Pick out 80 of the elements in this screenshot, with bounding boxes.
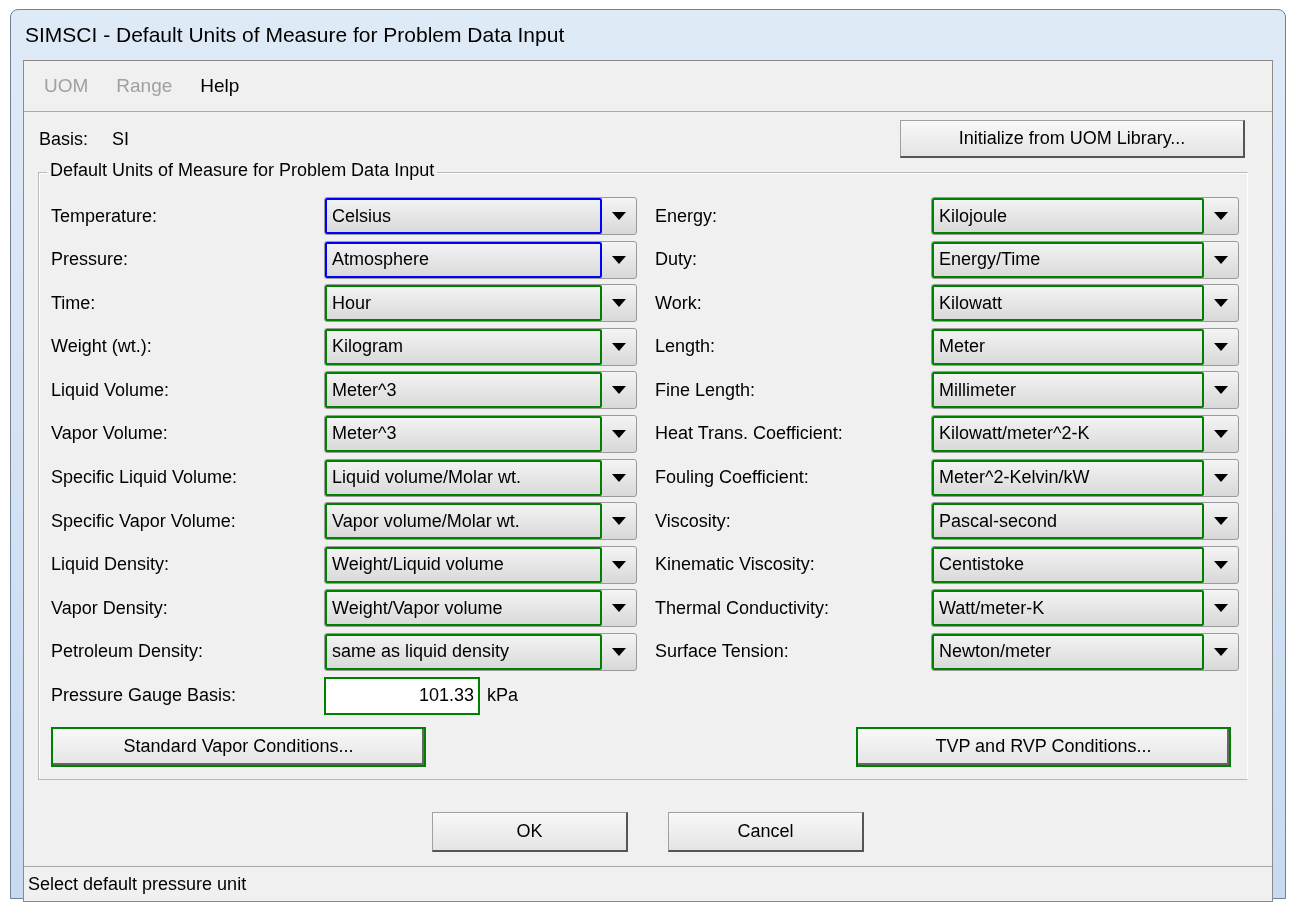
field-label: Fine Length: (655, 379, 757, 401)
field-label: Vapor Volume: (51, 423, 169, 445)
field-label: Specific Liquid Volume: (51, 467, 239, 489)
field-label: Fouling Coefficient: (655, 467, 810, 489)
dropdown-arrow-icon (612, 560, 626, 569)
dropdown[interactable]: Kilojoule (931, 197, 1239, 235)
dropdown[interactable]: Kilowatt/meter^2-K (931, 414, 1239, 453)
field-label: Weight (wt.): (51, 336, 153, 358)
dropdown-arrow-icon (612, 647, 626, 656)
dropdown[interactable]: Meter^3 (324, 414, 637, 453)
basis-value: SI (112, 128, 130, 150)
dropdown[interactable]: same as liquid density (324, 632, 637, 671)
dropdown-arrow-icon (612, 473, 626, 482)
field-label: Pressure: (51, 249, 130, 271)
dropdown-arrow-icon (1214, 647, 1228, 656)
dropdown-arrow-icon (612, 386, 626, 395)
status-text: Select default pressure unit (28, 873, 247, 895)
field-label: Temperature: (51, 205, 159, 227)
field-label: Viscosity: (655, 510, 732, 532)
dropdown[interactable]: Kilogram (324, 327, 637, 366)
dropdown-arrow-icon (612, 299, 626, 308)
dropdown[interactable]: Vapor volume/Molar wt. (324, 502, 637, 541)
dropdown-arrow-icon (1214, 255, 1228, 264)
dialog-button[interactable]: Cancel (668, 812, 864, 852)
dialog-button[interactable]: OK (432, 812, 628, 852)
field-label: Vapor Density: (51, 597, 169, 619)
dropdown[interactable]: Centistoke (931, 545, 1239, 584)
dropdown-arrow-icon (1214, 386, 1228, 395)
field-label: Liquid Density: (51, 554, 171, 576)
dropdown-arrow-icon (612, 604, 626, 613)
dropdown-arrow-icon (612, 212, 626, 220)
group-title: Default Units of Measure for Problem Data Input (47, 160, 438, 181)
menu-item[interactable]: Help (200, 75, 240, 97)
field-label: Energy: (655, 205, 719, 227)
dropdown-arrow-icon (1214, 604, 1228, 613)
window-title: SIMSCI - Default Units of Measure for Problem Data Input (24, 22, 566, 48)
dropdown[interactable]: Liquid volume/Molar wt. (324, 458, 637, 497)
field-label: Liquid Volume: (51, 379, 171, 401)
field-label: Petroleum Density: (51, 641, 205, 663)
conditions-button[interactable]: TVP and RVP Conditions... (856, 726, 1231, 767)
dropdown[interactable]: Atmosphere (324, 240, 637, 279)
field-label: Duty: (655, 249, 698, 271)
dropdown-arrow-icon (1214, 560, 1228, 569)
field-label: Length: (655, 336, 717, 358)
dropdown[interactable]: Hour (324, 284, 637, 323)
field-label: Work: (655, 292, 703, 314)
dropdown[interactable]: Millimeter (931, 371, 1239, 410)
field-label: Heat Trans. Coefficient: (655, 423, 844, 445)
dropdown-arrow-icon (1214, 429, 1228, 438)
dropdown[interactable]: Meter^3 (324, 371, 637, 410)
field-label: Specific Vapor Volume: (51, 510, 237, 532)
field-label: Surface Tension: (655, 641, 790, 663)
dropdown[interactable]: Energy/Time (931, 240, 1239, 279)
dropdown-arrow-icon (1214, 473, 1228, 482)
dropdown-arrow-icon (1214, 517, 1228, 526)
field-label: Pressure Gauge Basis: (51, 685, 238, 707)
dropdown[interactable]: Kilowatt (931, 284, 1239, 323)
dropdown-arrow-icon (612, 255, 626, 264)
dropdown-arrow-icon (612, 517, 626, 526)
dropdown[interactable]: Weight/Liquid volume (324, 545, 637, 584)
dropdown-arrow-icon (1214, 212, 1228, 220)
dropdown[interactable]: Meter (931, 327, 1239, 366)
basis-label: Basis: (39, 128, 89, 150)
field-label: Thermal Conductivity: (655, 597, 831, 619)
dropdown[interactable]: Celsius (324, 197, 637, 235)
dropdown[interactable]: Pascal-second (931, 502, 1239, 541)
unit-label: kPa (487, 685, 519, 707)
initialize-button[interactable]: Initialize from UOM Library... (900, 120, 1245, 158)
dropdown-arrow-icon (1214, 342, 1228, 351)
dropdown-arrow-icon (612, 429, 626, 438)
field-label: Kinematic Viscosity: (655, 554, 816, 576)
dropdown[interactable]: Newton/meter (931, 632, 1239, 671)
input-field[interactable]: 101.33 (324, 676, 480, 715)
dropdown-arrow-icon (1214, 299, 1228, 308)
field-label: Time: (51, 292, 97, 314)
conditions-button[interactable]: Standard Vapor Conditions... (51, 726, 426, 767)
dropdown[interactable]: Weight/Vapor volume (324, 589, 637, 628)
dropdown[interactable]: Meter^2-Kelvin/kW (931, 458, 1239, 497)
dropdown[interactable]: Watt/meter-K (931, 589, 1239, 628)
dropdown-arrow-icon (612, 342, 626, 351)
